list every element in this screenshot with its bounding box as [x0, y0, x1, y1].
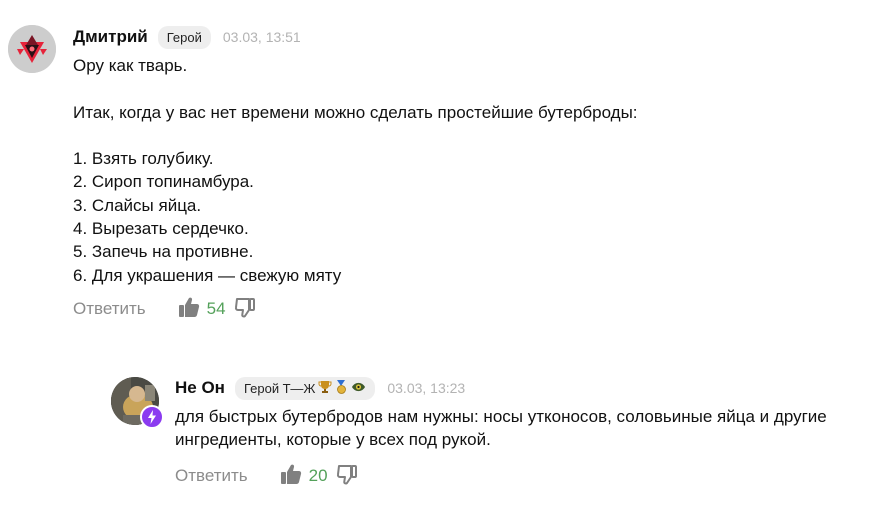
comment-text: Ору как тварь. ​ Итак, когда у вас нет в…: [73, 54, 638, 287]
text-line: ​: [73, 77, 638, 100]
badge-label: Герой Т—Ж: [243, 380, 316, 396]
reply-button[interactable]: Ответить: [175, 466, 248, 486]
status-badge: Герой Т—Ж: [234, 376, 376, 400]
avatar-wrapper[interactable]: [111, 377, 164, 429]
text-line: ​: [73, 124, 638, 147]
text-line: 2. Сироп топинамбура.: [73, 172, 254, 192]
author-name[interactable]: Не Он: [175, 378, 225, 398]
author-name[interactable]: Дмитрий: [73, 27, 148, 47]
like-count: 54: [206, 299, 226, 318]
like-count: 20: [308, 466, 328, 485]
timestamp[interactable]: 03.03, 13:23: [387, 380, 465, 396]
text-line: 5. Запечь на противне.: [73, 242, 254, 262]
avatar[interactable]: [8, 25, 56, 73]
reply-button[interactable]: Ответить: [73, 299, 146, 319]
text-line: 1. Взять голубику.: [73, 149, 214, 169]
thumbs-down-icon[interactable]: [234, 296, 256, 323]
trophy-icon: [318, 380, 332, 397]
thumbs-up-icon[interactable]: [280, 463, 302, 490]
thumbs-up-icon[interactable]: [178, 296, 200, 323]
text-line: 3. Слайсы яйца.: [73, 195, 202, 215]
comment-text: для быстрых бутербродов нам нужны: носы …: [175, 405, 827, 452]
status-icon: [140, 405, 164, 429]
status-badge: Герой: [157, 25, 211, 49]
eye-icon: [351, 380, 366, 397]
badge-label: Герой: [166, 29, 202, 45]
avatar-logo-icon: [8, 25, 56, 73]
text-line: для быстрых бутербродов нам нужны: носы …: [175, 407, 827, 426]
timestamp[interactable]: 03.03, 13:51: [223, 29, 301, 45]
text-line: 4. Вырезать сердечко.: [73, 219, 249, 239]
text-line: 6. Для украшения — свежую мяту: [73, 265, 342, 285]
comment-actions: Ответить 54: [73, 297, 256, 321]
text-line: Итак, когда у вас нет времени можно сдел…: [73, 102, 638, 122]
thumbs-down-icon[interactable]: [336, 463, 358, 490]
text-line: Ору как тварь.: [73, 56, 188, 75]
medal-icon: [335, 379, 348, 397]
comment-actions: Ответить 20: [175, 464, 358, 488]
text-line: ингредиенты, которые у всех под рукой.: [175, 430, 491, 450]
